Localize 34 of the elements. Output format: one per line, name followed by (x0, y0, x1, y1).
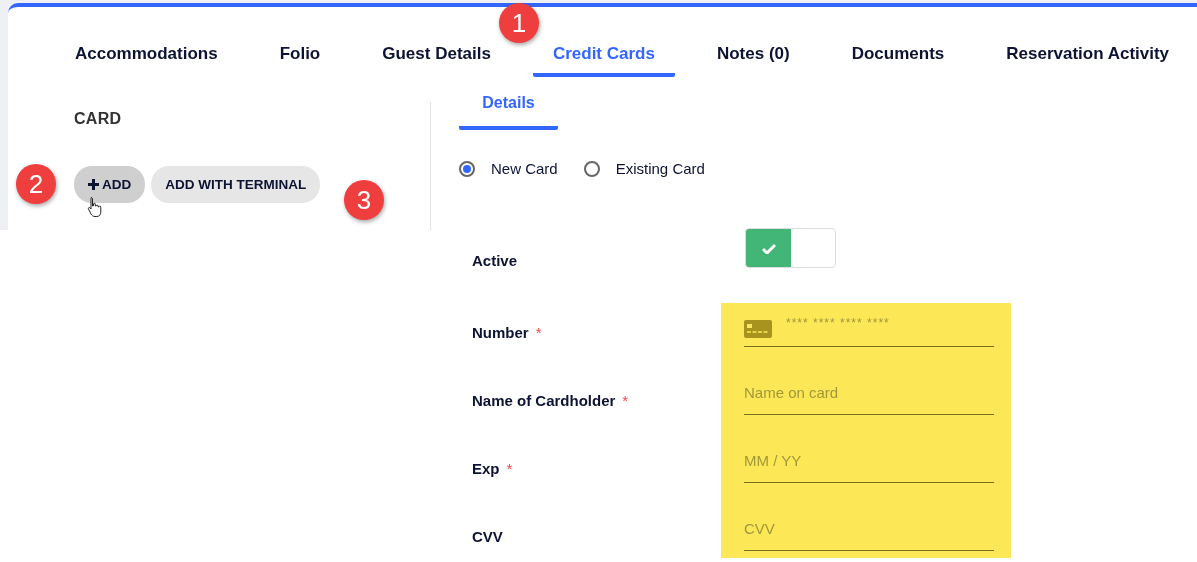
tab[interactable]: Notes (0) (696, 44, 810, 77)
section-heading: CARD (74, 110, 123, 128)
radio-option[interactable]: New Card (459, 160, 558, 177)
check-icon (761, 242, 776, 254)
credit-card-icon (744, 320, 772, 338)
active-toggle[interactable] (745, 228, 836, 268)
tab[interactable]: Credit Cards (532, 44, 675, 77)
field-label: Exp (472, 460, 500, 477)
input-field[interactable]: **** **** **** **** (786, 316, 994, 338)
radio-icon[interactable] (459, 160, 475, 177)
tab[interactable]: Documents (831, 44, 965, 77)
required-mark: * (506, 460, 513, 477)
radio-option[interactable]: Existing Card (583, 160, 705, 177)
required-mark: * (535, 324, 542, 341)
input-field[interactable]: MM / YY (744, 452, 994, 469)
required-mark: * (622, 392, 629, 409)
tab[interactable]: Guest Details (362, 44, 511, 77)
tab[interactable]: Accommodations (55, 44, 238, 77)
field-label: Name of Cardholder (472, 392, 616, 409)
field-label: CVV (472, 528, 503, 545)
field-label: Number (472, 324, 529, 341)
add-button[interactable]: ADD (74, 166, 146, 203)
tab[interactable]: Reservation Activity (986, 44, 1190, 77)
radio-label: Existing Card (615, 160, 705, 177)
input-field[interactable]: Name on card (744, 384, 994, 401)
hand-cursor-icon (87, 196, 103, 218)
tab[interactable]: Folio (259, 44, 341, 77)
field-label: Active (472, 252, 518, 269)
details-tab[interactable]: Details (459, 94, 558, 130)
plus-icon (88, 179, 99, 190)
radio-label: New Card (491, 160, 558, 177)
input-field[interactable]: CVV (744, 520, 994, 537)
radio-icon[interactable] (583, 160, 600, 177)
add-with-terminal-button[interactable]: ADD WITH TERMINAL (151, 166, 321, 203)
